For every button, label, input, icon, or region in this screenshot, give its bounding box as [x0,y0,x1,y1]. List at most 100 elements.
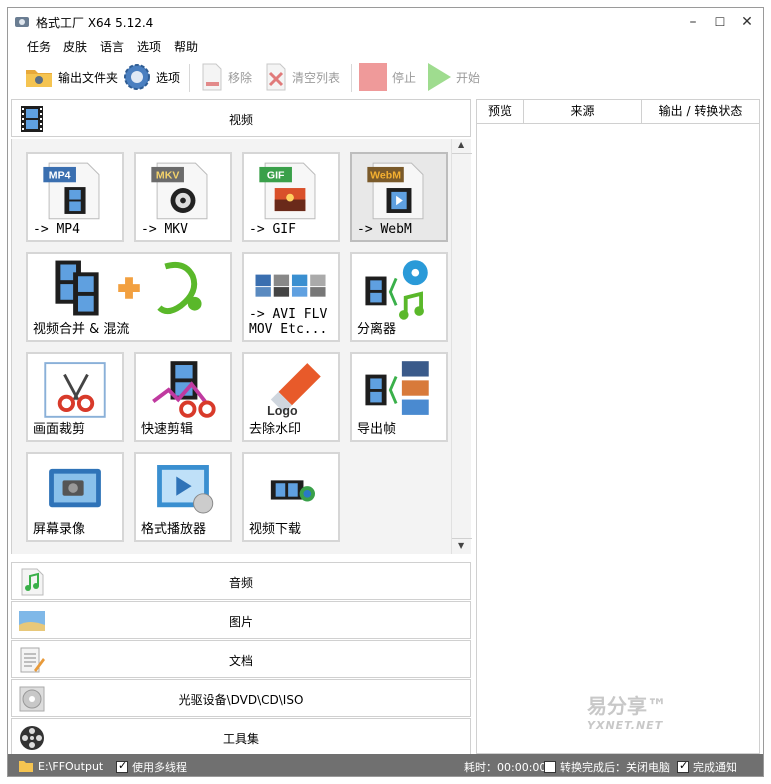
tile-to-mkv[interactable]: MKV -> MKV [134,152,232,242]
clear-list-icon [266,63,286,91]
output-folder-button[interactable]: 输出文件夹 [24,61,118,93]
watermark-sub: YXNET.NET [587,719,664,732]
tile-crop[interactable]: 画面裁剪 [26,352,124,442]
notify-option[interactable]: 完成通知 [677,759,737,775]
scroll-track [452,538,472,539]
remove-icon [202,63,222,91]
folder-icon [26,70,52,87]
tile-to-webm[interactable]: WebM -> WebM [350,152,448,242]
grid-scrollbar[interactable]: ▲ ▼ [451,139,472,554]
play-icon [428,63,451,91]
stop-icon [359,63,387,91]
tile-label: -> AVI FLV MOV Etc... [249,307,328,337]
category-video[interactable]: 视频 [11,99,471,137]
after-convert-checkbox[interactable] [544,761,556,773]
tile-to-avi-flv-mov[interactable]: -> AVI FLV MOV Etc... [242,252,340,342]
tile-merge-mux[interactable]: 视频合并 & 混流 [26,252,232,342]
tile-splitter[interactable]: 分离器 [350,252,448,342]
watermark-main: 易分享™ [587,694,667,718]
tile-screen-record[interactable]: 屏幕录像 [26,452,124,542]
after-convert-option[interactable]: 转换完成后：关闭电脑 [544,759,670,775]
crop-scissors-icon [44,362,106,418]
scroll-track [452,153,472,154]
splitter-icon [365,260,428,320]
tile-label: 视频下载 [249,522,302,537]
player-icon [157,465,214,514]
merge-music-icon [55,260,202,316]
elapsed-time: 耗时：00:00:00 [464,761,547,774]
menu-help[interactable]: 帮助 [174,38,198,55]
tile-export-frames[interactable]: 导出帧 [350,352,448,442]
quick-clip-icon [152,361,216,418]
tile-label: 快速剪辑 [141,422,194,437]
tile-label: -> MP4 [33,222,80,237]
watermark: 易分享™ YXNET.NET [587,690,667,732]
column-output-status[interactable]: 输出 / 转换状态 [642,100,759,124]
clear-list-button[interactable]: 清空列表 [264,61,340,93]
scroll-down-icon[interactable]: ▼ [458,541,464,550]
remove-button[interactable]: 移除 [200,61,252,93]
mp4-badge: MP4 [49,169,71,181]
tile-to-mp4[interactable]: MP4 -> MP4 [26,152,124,242]
category-document[interactable]: 文档 [11,640,471,678]
category-audio[interactable]: 音频 [11,562,471,600]
tile-label: 画面裁剪 [33,422,86,437]
export-frames-icon [365,361,429,415]
webm-file-icon: WebM [367,162,424,220]
tile-remove-watermark[interactable]: Logo 去除水印 [242,352,340,442]
tile-label: -> MKV [141,222,188,237]
video-tools-grid: MP4 -> MP4 MKV -> MKV GIF -> GIF WebM ->… [11,139,451,554]
tile-quick-clip[interactable]: 快速剪辑 [134,352,232,442]
menu-options[interactable]: 选项 [137,38,161,55]
video-download-icon [270,480,315,502]
status-bar: E:\FFOutput 使用多线程 耗时：00:00:00 转换完成后：关闭电脑… [8,754,763,776]
window-title: 格式工厂 X64 5.12.4 [36,16,154,30]
function-panel: 视频 MP4 -> MP4 MKV -> MKV GIF -> GIF WebM… [11,99,472,756]
output-path[interactable]: E:\FFOutput [18,759,103,773]
category-disc[interactable]: 光驱设备\DVD\CD\ISO [11,679,471,717]
category-image[interactable]: 图片 [11,601,471,639]
category-tools[interactable]: 工具集 [11,718,471,756]
tile-format-player[interactable]: 格式播放器 [134,452,232,542]
mkv-badge: MKV [156,169,179,181]
tile-label: -> GIF [249,222,296,237]
minimize-button[interactable]: – [678,12,708,32]
tile-label: 视频合并 & 混流 [33,322,130,337]
task-list[interactable]: 预览 来源 输出 / 转换状态 易分享™ YXNET.NET [476,99,760,754]
toolbar-separator [351,64,352,92]
gif-badge: GIF [267,169,285,181]
column-preview[interactable]: 预览 [477,100,524,124]
toolbar-separator [189,64,190,92]
menu-bar: 任务 皮肤 语言 选项 帮助 [8,36,763,56]
multithread-option[interactable]: 使用多线程 [116,759,187,775]
notify-checkbox[interactable] [677,759,689,773]
tile-label: -> WebM [357,222,412,237]
logo-text: Logo [267,404,298,418]
tile-label: 导出帧 [357,422,397,437]
webm-badge: WebM [370,169,401,181]
stop-button[interactable]: 停止 [358,61,416,93]
app-icon [15,17,29,27]
scroll-up-icon[interactable]: ▲ [458,140,464,149]
toolbar: 输出文件夹 选项 移除 清空列表 停止 开始 [8,58,763,96]
tile-video-download[interactable]: 视频下载 [242,452,340,542]
column-source[interactable]: 来源 [524,100,642,124]
tile-label: 去除水印 [249,422,302,437]
title-bar: 格式工厂 X64 5.12.4 – ☐ ✕ [8,8,763,36]
folder-icon [19,761,33,772]
multithread-checkbox[interactable] [116,759,128,773]
tile-label: 格式播放器 [141,522,207,537]
gif-file-icon: GIF [259,162,316,220]
close-button[interactable]: ✕ [732,12,762,32]
menu-tasks[interactable]: 任务 [27,38,51,55]
gear-icon [124,64,150,90]
tile-label: 屏幕录像 [33,522,86,537]
screen-record-icon [49,468,101,508]
menu-skin[interactable]: 皮肤 [63,38,87,55]
options-button[interactable]: 选项 [122,61,180,93]
start-button[interactable]: 开始 [426,61,480,93]
maximize-button[interactable]: ☐ [705,12,735,32]
main-window: 格式工厂 X64 5.12.4 – ☐ ✕ 任务 皮肤 语言 选项 帮助 输出文… [7,7,764,777]
menu-language[interactable]: 语言 [100,38,124,55]
tile-to-gif[interactable]: GIF -> GIF [242,152,340,242]
